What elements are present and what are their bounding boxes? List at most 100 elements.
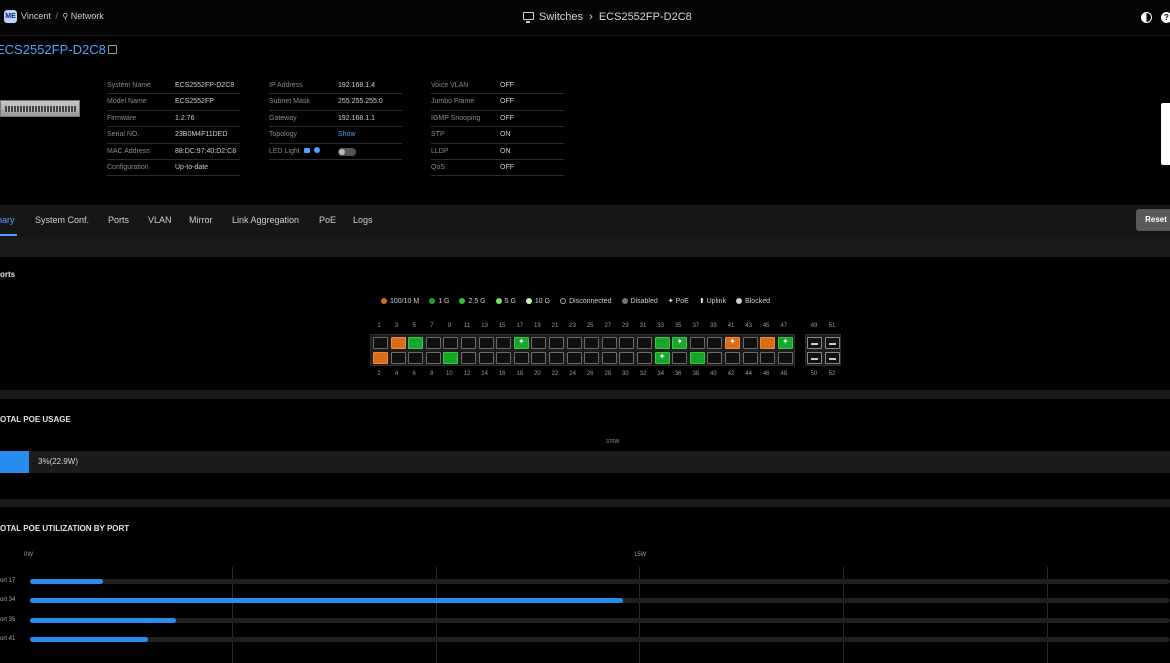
port-42[interactable] [725, 352, 740, 364]
tab-vlan[interactable]: VLAN [148, 215, 172, 225]
port-34[interactable] [654, 352, 670, 364]
info-row: Model Name ECS2552FP [107, 94, 240, 111]
port-30[interactable] [619, 352, 635, 364]
legend-item: 10 G [525, 298, 550, 305]
port-18[interactable] [513, 352, 529, 364]
port-3[interactable] [390, 337, 406, 349]
port-40[interactable] [707, 352, 723, 364]
info-value[interactable]: Show [338, 127, 356, 142]
port-27[interactable] [601, 337, 617, 349]
port-29[interactable] [619, 337, 635, 349]
port-10[interactable] [443, 352, 459, 364]
info-key: MAC Address [107, 147, 150, 155]
port-number: 38 [692, 371, 700, 377]
util-bar[interactable] [30, 598, 623, 603]
port-4[interactable] [390, 352, 406, 364]
port-11[interactable] [461, 337, 476, 349]
port-37[interactable] [689, 337, 705, 349]
port-48[interactable] [777, 352, 793, 364]
legend-dot [621, 298, 628, 304]
info-value: 23B0M4F11DED [175, 131, 228, 139]
tab-poe[interactable]: PoE [319, 215, 336, 225]
port-8[interactable] [425, 352, 441, 364]
port-number: 11 [463, 323, 471, 329]
port-33[interactable] [654, 337, 670, 349]
edit-icon[interactable] [108, 45, 117, 54]
info-value: ON [500, 131, 511, 139]
info-icon[interactable] [313, 146, 320, 153]
info-row: Topology Show [269, 127, 402, 144]
port-23[interactable] [566, 337, 582, 349]
uplink-port[interactable] [825, 352, 840, 364]
tab-mirror[interactable]: Mirror [189, 215, 213, 225]
port-46[interactable] [760, 352, 776, 364]
uplink-port[interactable] [807, 337, 822, 349]
util-bar[interactable] [30, 579, 104, 584]
legend-dot [459, 298, 466, 304]
breadcrumb-network[interactable]: Network [71, 11, 104, 21]
port-2[interactable] [373, 352, 388, 364]
info-key: Configuration [107, 163, 149, 171]
side-panel-card[interactable] [1161, 103, 1170, 165]
tab-nary[interactable]: nary [0, 215, 15, 225]
uplink-port[interactable] [825, 337, 840, 349]
title-section[interactable]: Switches [539, 11, 583, 23]
legend-label: 2.5 G [468, 298, 486, 305]
port-21[interactable] [549, 337, 564, 349]
port-19[interactable] [531, 337, 547, 349]
port-22[interactable] [549, 352, 564, 364]
theme-toggle-icon[interactable] [1141, 12, 1152, 23]
port-12[interactable] [461, 352, 476, 364]
port-31[interactable] [637, 337, 652, 349]
port-number: 32 [639, 371, 647, 377]
help-icon[interactable]: ? [1161, 12, 1170, 23]
tab-system-conf-[interactable]: System Conf. [35, 215, 89, 225]
info-column-features: Voice VLAN OFF Jumbo Frame OFF IGMP Snooping… [431, 78, 564, 177]
port-number: 43 [745, 323, 752, 329]
legend-item: 5 G [495, 298, 516, 305]
info-key: QoS [431, 163, 446, 171]
port-9[interactable] [443, 337, 459, 349]
port-41[interactable] [725, 337, 740, 349]
port-6[interactable] [408, 352, 424, 364]
breadcrumb-org[interactable]: Vincent [21, 11, 51, 21]
port-1[interactable] [373, 337, 388, 349]
port-43[interactable] [742, 337, 758, 349]
uplink-port[interactable] [807, 352, 822, 364]
port-39[interactable] [707, 337, 723, 349]
tab-logs[interactable]: Logs [353, 215, 373, 225]
port-44[interactable] [742, 352, 758, 364]
app-logo[interactable]: ME [4, 10, 17, 23]
port-24[interactable] [566, 352, 582, 364]
port-7[interactable] [425, 337, 441, 349]
port-15[interactable] [496, 337, 512, 349]
led-light-toggle[interactable] [338, 147, 356, 156]
port-32[interactable] [637, 352, 652, 364]
port-26[interactable] [584, 352, 600, 364]
port-38[interactable] [689, 352, 705, 364]
port-36[interactable] [672, 352, 688, 364]
port-25[interactable] [584, 337, 600, 349]
port-14[interactable] [478, 352, 494, 364]
port-28[interactable] [601, 352, 617, 364]
port-45[interactable] [760, 337, 776, 349]
port-5[interactable] [408, 337, 424, 349]
legend-label: Disconnected [569, 298, 612, 305]
port-35[interactable] [672, 337, 688, 349]
port-13[interactable] [478, 337, 494, 349]
port-number: 49 [810, 323, 818, 329]
tab-ports[interactable]: Ports [108, 215, 129, 225]
reset-button[interactable]: Reset [1136, 209, 1170, 231]
port-17[interactable] [513, 337, 529, 349]
port-47[interactable] [777, 337, 793, 349]
legend-label: Uplink [706, 298, 727, 305]
port-number: 4 [394, 371, 399, 377]
info-key: Gateway [269, 114, 297, 122]
util-track [30, 637, 1170, 642]
util-bar[interactable] [30, 618, 177, 623]
port-16[interactable] [496, 352, 512, 364]
tab-link-aggregation[interactable]: Link Aggregation [232, 215, 299, 225]
util-track [30, 618, 1170, 623]
util-bar[interactable] [30, 637, 148, 642]
port-20[interactable] [531, 352, 547, 364]
